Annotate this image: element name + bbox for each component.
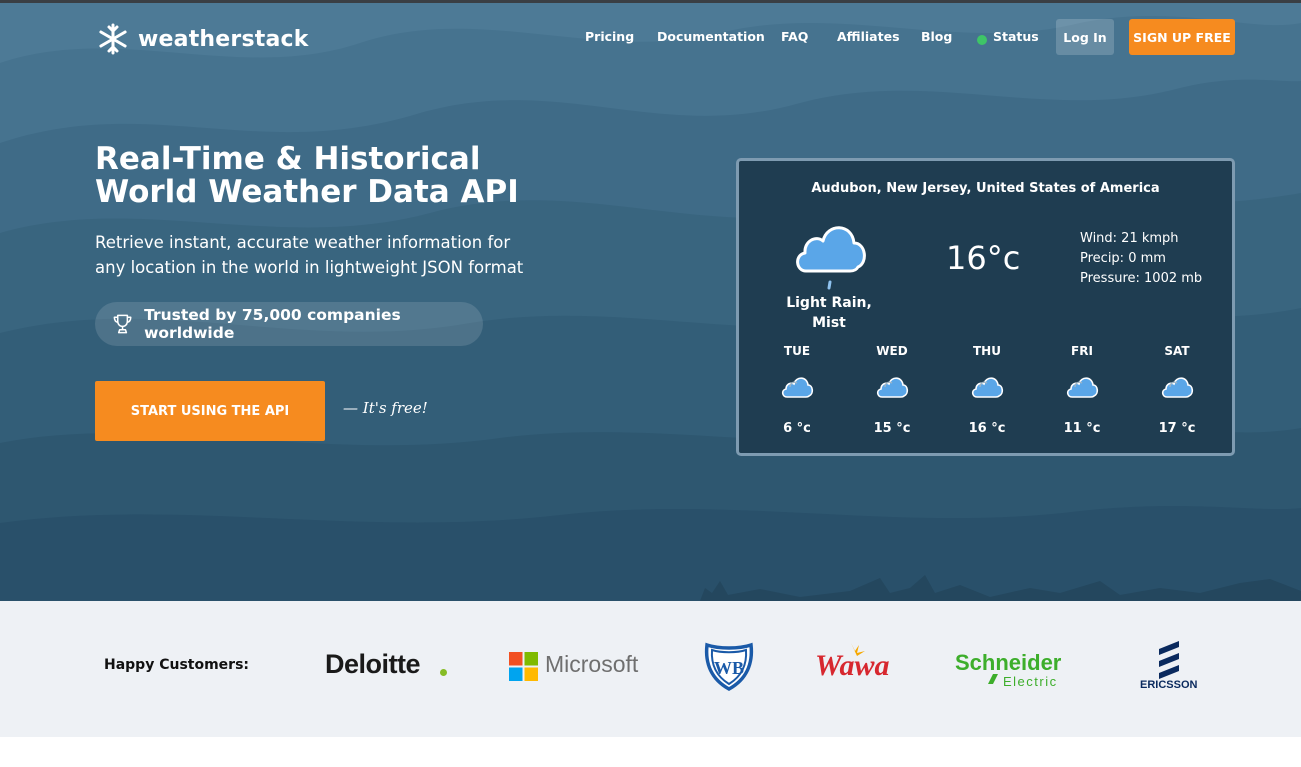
weather-widget: Audubon, New Jersey, United States of Am… bbox=[736, 158, 1235, 456]
schneider-mark-icon bbox=[988, 674, 998, 684]
forecast-temp: 11 °c bbox=[1063, 421, 1101, 436]
deloitte-dot-icon bbox=[440, 669, 447, 676]
precip-value: Precip: 0 mm bbox=[1080, 251, 1166, 266]
nav-pricing[interactable]: Pricing bbox=[585, 29, 634, 44]
widget-condition: Light Rain, Mist bbox=[783, 293, 875, 333]
schneider-logo: Schneider bbox=[955, 650, 1062, 675]
pressure-value: Pressure: 1002 mb bbox=[1080, 271, 1203, 286]
trust-badge: Trusted by 75,000 companies worldwide bbox=[95, 302, 483, 346]
forecast-day: SAT bbox=[1164, 344, 1190, 358]
condition-line-1: Light Rain, bbox=[786, 295, 872, 311]
ericsson-logo: ERICSSON bbox=[1140, 679, 1198, 691]
brand-name: weatherstack bbox=[138, 26, 309, 52]
signup-button[interactable]: SIGN UP FREE bbox=[1129, 19, 1235, 55]
nav-status[interactable]: Status bbox=[993, 29, 1039, 44]
forecast-temp: 15 °c bbox=[873, 421, 911, 436]
hero-section: weatherstack Pricing Documentation FAQ A… bbox=[0, 3, 1301, 601]
forecast-day: THU bbox=[973, 344, 1001, 358]
nav-blog[interactable]: Blog bbox=[921, 29, 952, 44]
forecast-day: FRI bbox=[1071, 344, 1093, 358]
trust-text: Trusted by 75,000 companies worldwide bbox=[144, 306, 401, 342]
forecast-temp: 16 °c bbox=[968, 421, 1006, 436]
nav-affiliates[interactable]: Affiliates bbox=[837, 29, 900, 44]
forecast-day: WED bbox=[876, 344, 908, 358]
snowflake-icon bbox=[99, 23, 127, 55]
cloud-icon bbox=[971, 377, 1004, 398]
cloud-icon bbox=[1161, 377, 1194, 398]
trophy-icon bbox=[113, 314, 132, 334]
status-dot-icon bbox=[977, 35, 987, 45]
cloud-icon bbox=[781, 377, 814, 398]
headline-line-1: Real-Time & Historical bbox=[95, 141, 481, 177]
start-api-button[interactable]: START USING THE API bbox=[95, 381, 325, 441]
brand-logo[interactable]: weatherstack bbox=[96, 22, 309, 56]
widget-location: Audubon, New Jersey, United States of Am… bbox=[811, 181, 1160, 196]
nav-faq[interactable]: FAQ bbox=[781, 29, 808, 44]
rain-cloud-icon bbox=[796, 226, 866, 290]
microsoft-logo-icon bbox=[509, 652, 538, 681]
widget-temperature: 16°c bbox=[946, 239, 1021, 277]
subtitle-line-1: Retrieve instant, accurate weather infor… bbox=[95, 233, 511, 252]
wawa-logo: Wawa bbox=[815, 649, 890, 682]
page-title: Real-Time & Historical World Weather Dat… bbox=[95, 143, 655, 209]
cloud-icon bbox=[1066, 377, 1099, 398]
wind-value: Wind: 21 kmph bbox=[1080, 231, 1179, 246]
hero-subtitle: Retrieve instant, accurate weather infor… bbox=[95, 230, 565, 280]
condition-line-2: Mist bbox=[812, 315, 846, 331]
widget-details: Wind: 21 kmph Precip: 0 mm Pressure: 100… bbox=[1080, 229, 1202, 289]
customers-section: Happy Customers: Deloitte Microsoft WB W… bbox=[0, 601, 1301, 737]
cloud-icon bbox=[876, 377, 909, 398]
forecast-day: TUE bbox=[783, 344, 811, 358]
forecast-temp: 17 °c bbox=[1158, 421, 1196, 436]
headline-line-2: World Weather Data API bbox=[95, 174, 519, 210]
deloitte-logo: Deloitte bbox=[325, 649, 421, 679]
subtitle-line-2: any location in the world in lightweight… bbox=[95, 258, 524, 277]
svg-text:WB: WB bbox=[714, 658, 744, 678]
forecast-temp: 6 °c bbox=[783, 421, 811, 436]
warner-bros-shield-icon: WB bbox=[704, 642, 754, 692]
ericsson-logo-icon bbox=[1159, 641, 1179, 679]
nav-documentation[interactable]: Documentation bbox=[657, 29, 765, 44]
customers-label: Happy Customers: bbox=[104, 657, 250, 673]
microsoft-logo: Microsoft bbox=[545, 651, 639, 677]
login-button[interactable]: Log In bbox=[1056, 19, 1114, 55]
schneider-logo-subtitle: Electric bbox=[1003, 674, 1058, 689]
cta-note: — It's free! bbox=[343, 399, 428, 417]
